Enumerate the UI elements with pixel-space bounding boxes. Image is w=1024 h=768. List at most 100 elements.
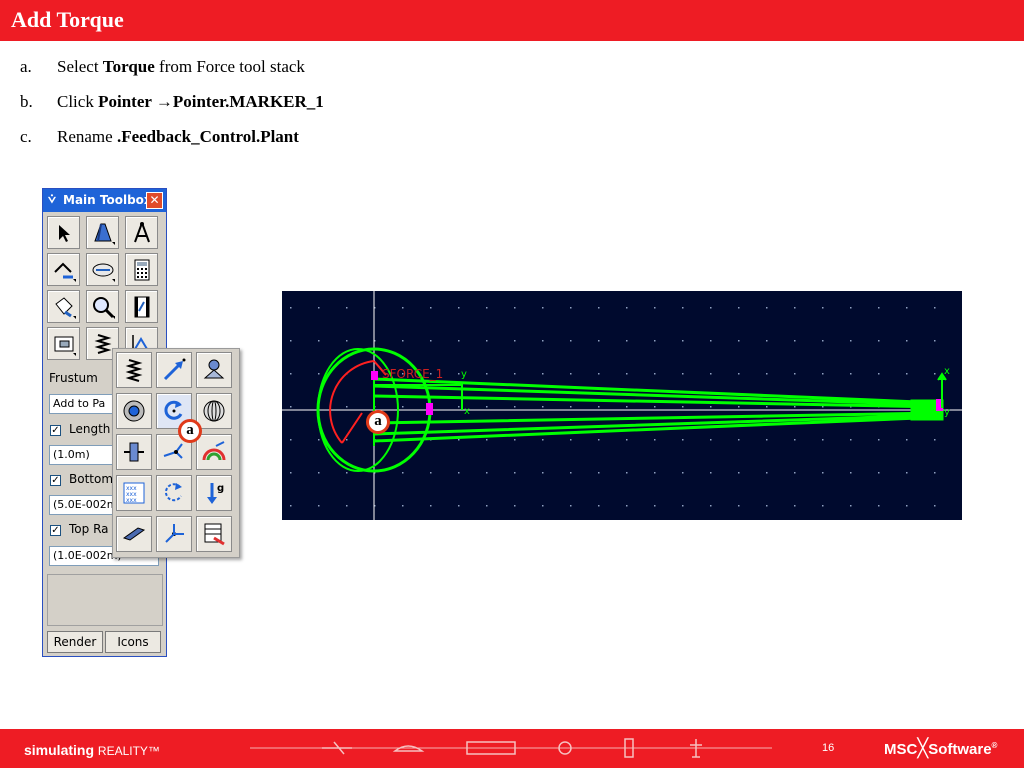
grid-dot (430, 307, 432, 309)
grid-dot (318, 340, 320, 342)
svg-text:xxx: xxx (126, 497, 137, 504)
beam-element-tool-button[interactable] (116, 516, 152, 552)
grid-dot (542, 340, 544, 342)
bushing-tool-button[interactable] (116, 393, 152, 429)
grid-dot (766, 373, 768, 375)
calculator-tool-button[interactable] (125, 253, 158, 286)
contact-tool-button[interactable] (196, 352, 232, 388)
grid-dot (906, 505, 908, 507)
grid-dot (794, 373, 796, 375)
multi-torque-tool-button[interactable] (156, 475, 192, 511)
general-force-icon (163, 443, 183, 459)
grid-dot (570, 472, 572, 474)
grid-dot (850, 307, 852, 309)
grid-dot (906, 340, 908, 342)
step-bold-text: Torque (102, 57, 155, 76)
grid-dot (458, 406, 460, 408)
point-force-tool-button[interactable] (156, 516, 192, 552)
gravity-tool-button[interactable]: g (196, 475, 232, 511)
render-button[interactable]: Render (47, 631, 103, 653)
zoom-tool-button[interactable] (86, 290, 119, 323)
spring-tool-button[interactable] (116, 352, 152, 388)
field-tool-button[interactable] (116, 434, 152, 470)
grid-dot (710, 307, 712, 309)
grid-dot (514, 439, 516, 441)
grid-dot (654, 472, 656, 474)
grid-dot (458, 307, 460, 309)
grid-dot (542, 406, 544, 408)
force-table-tool-button[interactable] (196, 516, 232, 552)
plot-tool-button[interactable] (47, 290, 80, 323)
beam-tool-button[interactable] (196, 393, 232, 429)
grid-dot (626, 373, 628, 375)
grid-dot (458, 439, 460, 441)
close-button[interactable]: ✕ (146, 192, 163, 209)
axis-y-label: y (461, 369, 467, 380)
grid-dot (850, 505, 852, 507)
step-text: Select (57, 57, 103, 76)
grid-dot (822, 505, 824, 507)
grid-dot (430, 472, 432, 474)
step-text: from Force tool stack (154, 57, 305, 76)
grid-dot (682, 340, 684, 342)
animation-tool-button[interactable] (125, 290, 158, 323)
brand-tagline: simulating REALITY™ (24, 742, 160, 758)
svg-text:g: g (217, 483, 224, 494)
tire-tool-button[interactable] (196, 434, 232, 470)
select-tool-button[interactable] (47, 216, 80, 249)
grid-dot (290, 406, 292, 408)
grid-dot (682, 439, 684, 441)
icons-button[interactable]: Icons (105, 631, 161, 653)
table-icon (204, 523, 225, 546)
top-radius-checkbox[interactable]: ✓ (50, 525, 61, 536)
rainbow-icon (202, 441, 226, 461)
model-viewport[interactable]: SFORCE_1 y x x y (282, 291, 962, 520)
grid-dot (654, 340, 656, 342)
grid-dot (850, 439, 852, 441)
geometry-tool-button[interactable] (47, 327, 80, 360)
grid-dot (710, 505, 712, 507)
grid-dot (514, 505, 516, 507)
measure-tool-button[interactable] (125, 216, 158, 249)
length-checkbox[interactable]: ✓ (50, 425, 61, 436)
grid-dot (626, 505, 628, 507)
toolbox-window-icon: ⩒ (48, 192, 56, 207)
grid-dot (346, 472, 348, 474)
logo-right: Software (928, 741, 992, 758)
grid-dot (318, 373, 320, 375)
rigid-body-tool-button[interactable] (86, 216, 119, 249)
motion-icon (92, 263, 115, 282)
shape-label: Frustum (49, 371, 98, 385)
model-canvas: SFORCE_1 y x x y (282, 291, 962, 520)
grid-dot (794, 406, 796, 408)
grid-dot (290, 439, 292, 441)
motion-tool-button[interactable] (86, 253, 119, 286)
options-area (47, 574, 163, 626)
matrix-tool-button[interactable]: xxx xxx xxx (116, 475, 152, 511)
joint-tool-button[interactable] (47, 253, 80, 286)
grid-dot (794, 505, 796, 507)
msc-logo: MSC╳Software® (884, 738, 998, 758)
grid-dot (290, 472, 292, 474)
grid-dot (430, 505, 432, 507)
grid-dot (738, 340, 740, 342)
grid-dot (346, 307, 348, 309)
step-text: Rename (57, 127, 117, 146)
grid-dot (598, 340, 600, 342)
grid-dot (934, 439, 936, 441)
step-a: a. Select Torque from Force tool stack (20, 57, 305, 77)
grid-dot (402, 472, 404, 474)
grid-dot (486, 373, 488, 375)
compass-icon (133, 221, 150, 242)
toolbox-title-bar[interactable]: ⩒ Main Toolbox ✕ (43, 189, 166, 212)
grid-dot (766, 505, 768, 507)
film-strip-icon (134, 296, 149, 317)
grid-dot (766, 406, 768, 408)
grid-dot (514, 307, 516, 309)
bottom-radius-checkbox[interactable]: ✓ (50, 475, 61, 486)
grid-dot (318, 472, 320, 474)
grid-dot (850, 340, 852, 342)
grid-dot (682, 373, 684, 375)
single-force-tool-button[interactable] (156, 352, 192, 388)
plane-icon (322, 741, 352, 755)
